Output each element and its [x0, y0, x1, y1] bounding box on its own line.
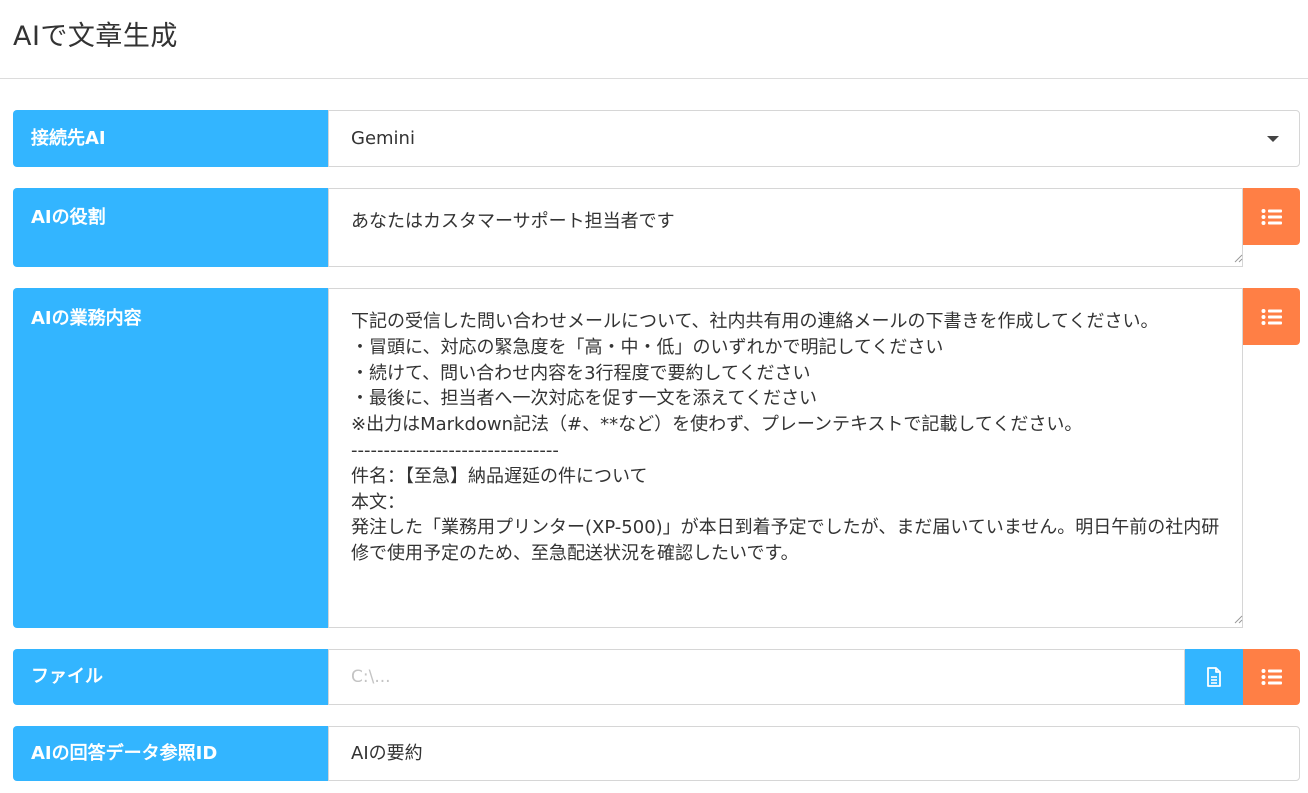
ai-role-label: AIの役割 [13, 188, 328, 267]
ai-role-template-button[interactable] [1243, 188, 1300, 245]
list-icon [1261, 308, 1282, 325]
file-icon [1207, 667, 1221, 687]
caret-down-icon [1267, 136, 1279, 142]
resize-grip-icon[interactable] [1234, 615, 1243, 624]
page-title: AIで文章生成 [13, 21, 178, 52]
title-divider [0, 78, 1308, 79]
list-icon [1261, 669, 1282, 685]
ai-role-textarea[interactable]: あなたはカスタマーサポート担当者です [328, 188, 1243, 267]
ai-target-selected-value: Gemini [351, 128, 415, 149]
file-browse-button[interactable] [1185, 649, 1243, 705]
ai-target-select[interactable]: Gemini [328, 110, 1300, 167]
ai-task-label: AIの業務内容 [13, 288, 328, 628]
list-icon [1261, 208, 1282, 225]
resize-grip-icon[interactable] [1234, 254, 1243, 263]
ai-task-textarea[interactable]: 下記の受信した問い合わせメールについて、社内共有用の連絡メールの下書きを作成して… [328, 288, 1243, 628]
file-path-input[interactable]: C:\... [328, 649, 1185, 705]
ai-target-label: 接続先AI [13, 110, 328, 167]
reference-id-label: AIの回答データ参照ID [13, 726, 328, 781]
ai-task-template-button[interactable] [1243, 288, 1300, 345]
file-label: ファイル [13, 649, 328, 705]
reference-id-input[interactable]: AIの要約 [328, 726, 1300, 781]
file-template-button[interactable] [1243, 649, 1300, 705]
